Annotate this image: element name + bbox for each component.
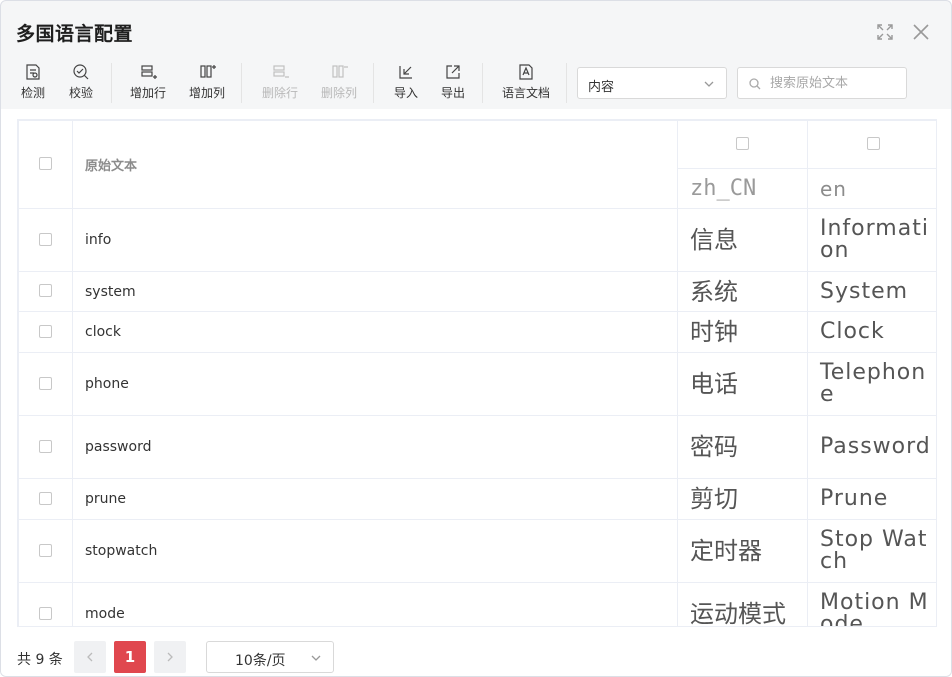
chevron-right-icon <box>167 652 173 662</box>
row-checkbox[interactable] <box>39 376 52 390</box>
prev-page-button[interactable] <box>74 641 106 673</box>
en-text-cell[interactable]: System <box>807 271 936 312</box>
row-checkbox[interactable] <box>39 232 52 246</box>
en-text-cell[interactable]: Information <box>807 208 936 272</box>
row-checkbox[interactable] <box>39 324 52 338</box>
row-checkbox[interactable] <box>39 284 52 297</box>
export-button[interactable]: 导出 <box>441 63 465 103</box>
chevron-left-icon <box>87 652 93 662</box>
lang-zh-header: zh_CN <box>677 168 808 209</box>
zh-text-cell[interactable]: 信息 <box>677 208 808 272</box>
dialog-title: 多国语言配置 <box>16 23 134 45</box>
dialog-header: 多国语言配置 <box>1 1 951 57</box>
select-all-cell <box>18 120 73 209</box>
en-text-cell[interactable]: Clock <box>807 311 936 353</box>
chevron-down-icon <box>704 81 714 87</box>
table-row: clock 时钟 Clock <box>18 311 936 353</box>
table-row: prune 剪切 Prune <box>18 478 936 520</box>
row-checkbox[interactable] <box>39 491 52 505</box>
detect-icon <box>26 64 40 80</box>
delete-row-icon <box>273 65 289 78</box>
source-text-cell: prune <box>72 478 678 520</box>
table-row: phone 电话 Telephone <box>18 352 936 416</box>
zh-text-cell[interactable]: 剪切 <box>677 478 808 520</box>
add-row-icon <box>141 65 157 79</box>
add-row-button[interactable]: 增加行 <box>130 63 166 103</box>
select-all-checkbox[interactable] <box>39 157 52 170</box>
zh-text-cell[interactable]: 时钟 <box>677 311 808 353</box>
maximize-icon <box>877 24 893 40</box>
search-input[interactable] <box>770 73 900 93</box>
zh-text-cell[interactable]: 电话 <box>677 352 808 416</box>
content-panel: 原始文本 zh_CN en info 信息 Information system… <box>1 109 951 676</box>
lang-zh-select-cell <box>677 120 808 169</box>
verify-icon <box>73 64 89 80</box>
en-text-cell[interactable]: Password <box>807 415 936 479</box>
source-text-cell: info <box>72 208 678 272</box>
row-checkbox[interactable] <box>39 543 52 557</box>
filter-select[interactable]: 内容 <box>577 67 727 99</box>
table-row: password 密码 Password <box>18 415 936 479</box>
table-row: info 信息 Information <box>18 208 936 272</box>
import-button[interactable]: 导入 <box>394 63 418 103</box>
zh-text-cell[interactable]: 定时器 <box>677 519 808 583</box>
total-count: 共 9 条 <box>17 652 63 668</box>
delete-column-button[interactable]: 删除列 <box>321 63 357 103</box>
close-button[interactable] <box>910 21 932 43</box>
export-icon <box>446 65 460 79</box>
table-row: system 系统 System <box>18 271 936 312</box>
delete-row-button[interactable]: 删除行 <box>262 63 298 103</box>
row-checkbox[interactable] <box>39 606 52 620</box>
search-box <box>737 67 907 99</box>
toolbar-divider <box>566 63 567 103</box>
close-icon <box>913 24 929 40</box>
page-size-value: 10条/页 <box>235 653 286 669</box>
en-text-cell[interactable]: Telephone <box>807 352 936 416</box>
source-text-cell: password <box>72 415 678 479</box>
toolbar-divider <box>241 63 242 103</box>
detect-button[interactable]: 检测 <box>21 63 45 103</box>
language-doc-icon <box>519 64 533 80</box>
filter-select-value: 内容 <box>588 80 615 95</box>
source-text-cell: mode <box>72 582 678 626</box>
page-button-1[interactable]: 1 <box>114 641 146 673</box>
source-text-cell: phone <box>72 352 678 416</box>
row-checkbox[interactable] <box>39 439 52 453</box>
en-text-cell[interactable]: Prune <box>807 478 936 520</box>
page-size-select[interactable]: 10条/页 <box>206 641 334 673</box>
zh-text-cell[interactable]: 系统 <box>677 271 808 312</box>
search-icon <box>749 78 761 90</box>
maximize-button[interactable] <box>874 21 896 43</box>
source-text-cell: stopwatch <box>72 519 678 583</box>
add-column-button[interactable]: 增加列 <box>189 63 225 103</box>
source-text-cell: system <box>72 271 678 312</box>
delete-column-icon <box>332 65 348 78</box>
lang-en-checkbox[interactable] <box>866 137 880 150</box>
lang-en-header: en <box>807 168 936 209</box>
language-doc-button[interactable]: 语言文档 <box>502 63 550 103</box>
toolbar: 检测 校验 增加行 增加列 删除行 删除列 导入 导出 语言文档 内容 搜索原始… <box>1 57 951 109</box>
zh-text-cell[interactable]: 运动模式 <box>677 582 808 626</box>
toolbar-divider <box>373 63 374 103</box>
verify-button[interactable]: 校验 <box>69 63 93 103</box>
en-text-cell[interactable]: Stop Watch <box>807 519 936 583</box>
toolbar-divider <box>111 63 112 103</box>
source-text-cell: clock <box>72 311 678 353</box>
toolbar-divider <box>482 63 483 103</box>
pagination: 共 9 条 1 10条/页 <box>1 641 951 673</box>
table-row: mode 运动模式 Motion Mode <box>18 582 936 626</box>
zh-text-cell[interactable]: 密码 <box>677 415 808 479</box>
language-table: 原始文本 zh_CN en info 信息 Information system… <box>17 119 937 627</box>
source-text-header: 原始文本 <box>72 120 678 209</box>
table-row: stopwatch 定时器 Stop Watch <box>18 519 936 583</box>
language-config-dialog: 多国语言配置 检测 校验 增加行 增加列 删除行 删除列 导入 导出 语言文档 … <box>0 0 952 677</box>
chevron-down-icon <box>311 655 321 661</box>
import-icon <box>399 66 412 79</box>
add-column-icon <box>200 65 216 78</box>
en-text-cell[interactable]: Motion Mode <box>807 582 936 626</box>
lang-zh-checkbox[interactable] <box>736 137 749 150</box>
lang-en-select-cell <box>807 120 936 169</box>
next-page-button[interactable] <box>154 641 186 673</box>
